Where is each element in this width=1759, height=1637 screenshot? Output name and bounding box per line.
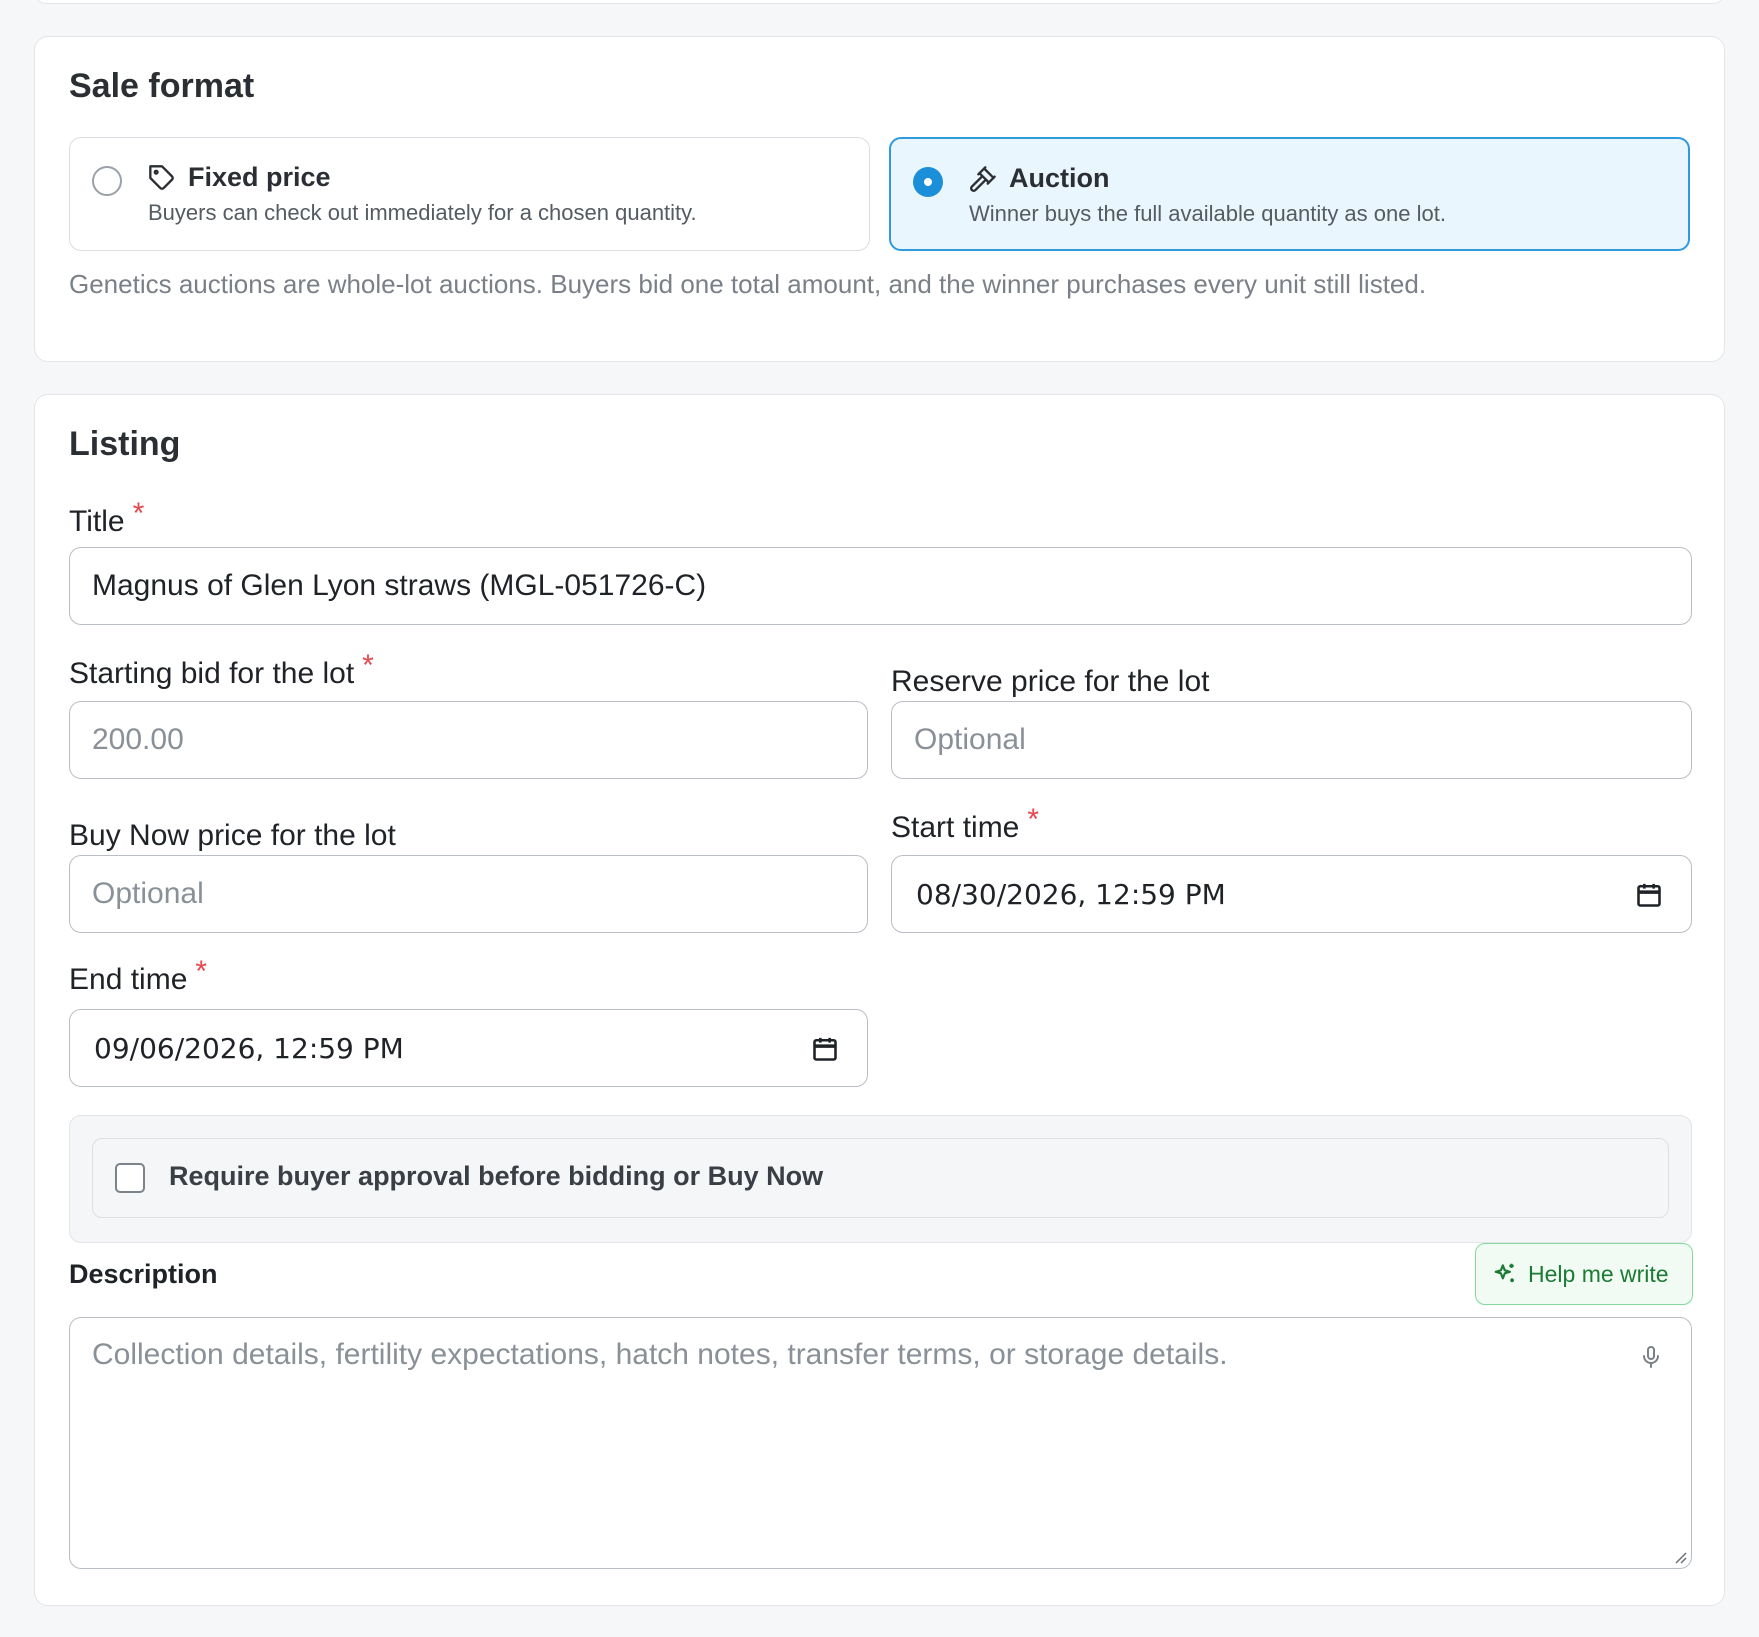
starting-bid-input[interactable]: 200.00: [69, 701, 868, 779]
start-time-input[interactable]: 08/30/2026, 12:59 PM: [891, 855, 1692, 933]
auction-option[interactable]: Auction Winner buys the full available q…: [889, 137, 1690, 251]
title-label-text: Title: [69, 505, 125, 538]
end-time-value: 09/06/2026, 12:59 PM: [94, 1031, 404, 1065]
fixed-price-option[interactable]: Fixed price Buyers can check out immedia…: [69, 137, 870, 251]
auction-description: Winner buys the full available quantity …: [969, 201, 1446, 226]
fixed-price-description: Buyers can check out immediately for a c…: [148, 200, 697, 225]
required-marker: *: [1027, 803, 1040, 836]
approval-label: Require buyer approval before bidding or…: [169, 1161, 824, 1191]
reserve-price-input[interactable]: Optional: [891, 701, 1692, 779]
microphone-icon[interactable]: [1639, 1342, 1663, 1372]
buy-now-label: Buy Now price for the lot: [69, 819, 396, 852]
previous-section-card: [34, 0, 1725, 4]
auction-label: Auction: [1009, 163, 1110, 193]
listing-card: Listing Title * Magnus of Glen Lyon straw…: [34, 394, 1725, 1606]
sparkle-icon: [1494, 1263, 1514, 1283]
buy-now-input[interactable]: Optional: [69, 855, 868, 933]
description-placeholder: Collection details, fertility expectatio…: [92, 1338, 1228, 1371]
fixed-price-label: Fixed price: [188, 162, 331, 192]
gavel-icon: [970, 166, 996, 192]
sale-format-card: Sale format Fixed price Buyers can check…: [34, 36, 1725, 362]
approval-row[interactable]: Require buyer approval before bidding or…: [92, 1138, 1669, 1218]
tag-icon: [149, 165, 174, 190]
calendar-icon[interactable]: [811, 1034, 839, 1064]
title-input[interactable]: Magnus of Glen Lyon straws (MGL-051726-C…: [69, 547, 1692, 625]
starting-bid-label-text: Starting bid for the lot: [69, 657, 355, 690]
help-me-write-label: Help me write: [1528, 1260, 1669, 1287]
starting-bid-label: Starting bid for the lot *: [69, 649, 374, 691]
auction-radio[interactable]: [913, 167, 943, 197]
end-time-label: End time *: [69, 955, 207, 997]
approval-checkbox[interactable]: [115, 1163, 145, 1193]
description-label: Description: [69, 1259, 218, 1289]
title-label: Title *: [69, 497, 144, 539]
end-time-input[interactable]: 09/06/2026, 12:59 PM: [69, 1009, 868, 1087]
required-marker: *: [362, 649, 374, 682]
start-time-value: 08/30/2026, 12:59 PM: [916, 877, 1226, 911]
listing-heading: Listing: [69, 425, 181, 463]
start-time-label: Start time *: [891, 803, 1039, 845]
approval-panel: Require buyer approval before bidding or…: [69, 1115, 1692, 1243]
calendar-icon[interactable]: [1635, 880, 1663, 910]
help-me-write-button[interactable]: Help me write: [1475, 1243, 1693, 1305]
required-marker: *: [132, 497, 145, 530]
description-textarea[interactable]: Collection details, fertility expectatio…: [69, 1317, 1692, 1569]
sale-format-heading: Sale format: [69, 67, 255, 105]
end-time-label-text: End time: [69, 963, 188, 996]
reserve-price-label: Reserve price for the lot: [891, 665, 1210, 698]
resize-handle-icon[interactable]: [1673, 1550, 1687, 1564]
auction-note: Genetics auctions are whole-lot auctions…: [69, 269, 1427, 299]
fixed-price-radio[interactable]: [92, 166, 122, 196]
start-time-label-text: Start time: [891, 811, 1020, 844]
required-marker: *: [195, 955, 208, 988]
